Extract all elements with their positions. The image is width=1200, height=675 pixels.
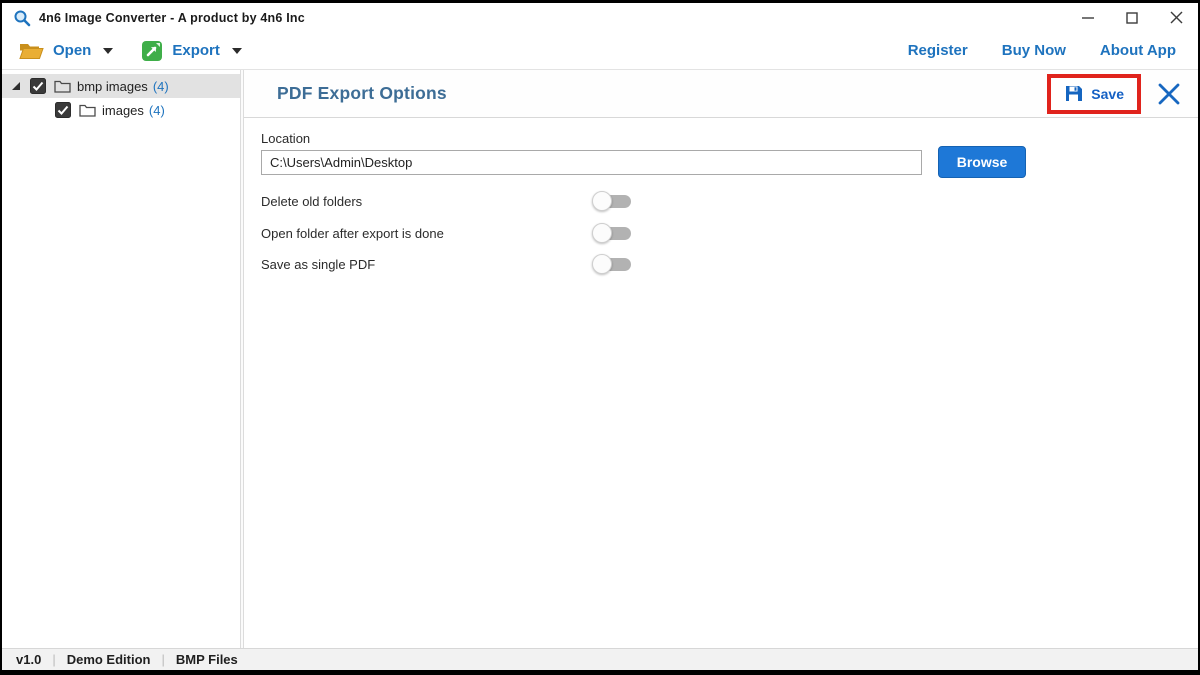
magnifier-icon [13,9,31,27]
status-edition: Demo Edition [67,652,151,667]
minimize-icon [1082,12,1094,24]
content-area: bmp images (4) images (4) PDF Export Opt… [2,70,1198,648]
register-link[interactable]: Register [908,42,968,59]
maximize-icon [1126,12,1138,24]
status-separator: | [161,652,164,667]
folder-icon [79,103,96,117]
toggle-row-delete-old-folders: Delete old folders [244,189,1198,213]
toggle-row-save-as-single-pdf: Save as single PDF [244,252,1198,276]
tree-expand-caret-icon[interactable] [11,81,21,91]
tree-item-bmp-images[interactable]: bmp images (4) [2,74,240,98]
export-dropdown-caret-icon [232,48,242,54]
export-button[interactable]: Export [141,40,242,62]
status-bar: v1.0 | Demo Edition | BMP Files [2,648,1198,670]
save-floppy-icon [1064,84,1083,103]
open-dropdown-caret-icon [103,48,113,54]
close-button[interactable] [1154,3,1198,32]
location-label: Location [261,131,310,146]
minimize-button[interactable] [1066,3,1110,32]
status-file-type: BMP Files [176,652,238,667]
folder-icon [54,79,71,93]
save-as-single-pdf-toggle[interactable] [592,254,631,274]
save-button-label: Save [1091,86,1124,102]
panel-header: PDF Export Options Save [244,70,1198,118]
window-controls [1066,3,1198,32]
toggle-label: Delete old folders [261,194,362,209]
title-bar: 4n6 Image Converter - A product by 4n6 I… [2,3,1198,32]
toggle-knob [592,254,612,274]
pdf-export-options-panel: PDF Export Options Save [244,70,1198,648]
window-title: 4n6 Image Converter - A product by 4n6 I… [39,11,305,25]
folder-tree-sidebar: bmp images (4) images (4) [2,70,240,648]
open-folder-after-export-toggle[interactable] [592,223,631,243]
export-file-icon [141,40,163,62]
open-button-label: Open [53,42,91,59]
about-app-link[interactable]: About App [1100,42,1176,59]
toggle-label: Save as single PDF [261,257,375,272]
tree-item-images[interactable]: images (4) [2,98,240,122]
toggle-row-open-folder-after-export: Open folder after export is done [244,221,1198,245]
status-version: v1.0 [16,652,41,667]
toolbar: Open Export Register Buy Now About App [2,32,1198,70]
save-button[interactable]: Save [1047,74,1141,114]
panel-title: PDF Export Options [277,83,447,104]
delete-old-folders-toggle[interactable] [592,191,631,211]
checkbox-checked-icon[interactable] [30,78,46,94]
tree-item-count: (4) [149,103,165,118]
toggle-label: Open folder after export is done [261,226,444,241]
checkbox-checked-icon[interactable] [55,102,71,118]
toggle-knob [592,191,612,211]
open-folder-icon [19,41,44,61]
app-window: 4n6 Image Converter - A product by 4n6 I… [2,3,1198,670]
open-button[interactable]: Open [19,41,113,61]
panel-close-button[interactable] [1156,81,1182,107]
browse-button[interactable]: Browse [938,146,1026,178]
tree-item-count: (4) [153,79,169,94]
tree-item-label: images [102,103,144,118]
location-input[interactable] [261,150,922,175]
export-button-label: Export [172,42,220,59]
tree-item-label: bmp images [77,79,148,94]
status-separator: | [52,652,55,667]
close-x-icon [1157,82,1181,106]
maximize-button[interactable] [1110,3,1154,32]
close-icon [1170,11,1183,24]
toggle-knob [592,223,612,243]
buy-now-link[interactable]: Buy Now [1002,42,1066,59]
toolbar-links: Register Buy Now About App [908,42,1198,59]
